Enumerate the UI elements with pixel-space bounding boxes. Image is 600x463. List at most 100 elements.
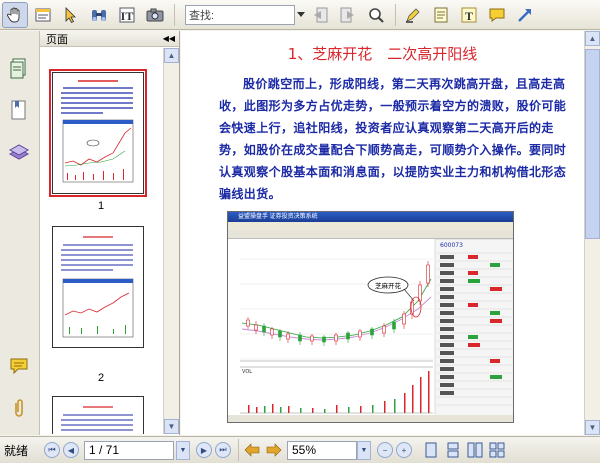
arrow-select-button[interactable] bbox=[58, 2, 84, 28]
embedded-toolbar bbox=[228, 230, 513, 239]
zoom-value: 55% bbox=[292, 443, 317, 457]
sidebar-tab-strip bbox=[0, 31, 40, 435]
page-thumbnail-3[interactable] bbox=[52, 396, 144, 434]
last-page-button[interactable]: ⏭ bbox=[215, 442, 231, 458]
document-scrollbar[interactable]: ▲ ▼ bbox=[584, 31, 600, 435]
page-number-input[interactable]: 1 / 71 bbox=[84, 440, 174, 460]
find-next-button[interactable] bbox=[335, 2, 361, 28]
tab-layers[interactable] bbox=[6, 139, 32, 165]
page-thumbnail-2[interactable] bbox=[52, 226, 144, 348]
highlight-icon bbox=[406, 7, 420, 23]
toolbar-separator bbox=[395, 3, 396, 26]
go-forward-button[interactable] bbox=[265, 441, 283, 459]
attachments-icon bbox=[15, 399, 23, 417]
select-text-icon bbox=[35, 8, 51, 21]
pages-panel-title: 页面 bbox=[46, 33, 68, 46]
doc-scroll-up-button[interactable]: ▲ bbox=[585, 31, 600, 46]
toolbar-separator bbox=[174, 3, 175, 26]
zoom-dropdown-button[interactable]: ▼ bbox=[357, 440, 371, 460]
find-previous-button[interactable] bbox=[307, 2, 333, 28]
page-number-1: 1 bbox=[97, 200, 105, 212]
svg-text:IT: IT bbox=[121, 9, 134, 23]
page-thumbnail-1[interactable] bbox=[49, 69, 147, 197]
back-arrow-icon bbox=[244, 443, 260, 457]
select-text-button[interactable] bbox=[30, 2, 56, 28]
zoom-out-button[interactable]: − bbox=[377, 442, 393, 458]
document-view[interactable]: 1、芝麻开花 二次高开阳线 股价跳空而上，形成阳线，第二天再次跳高开盘，且高走高… bbox=[181, 31, 600, 435]
embedded-window-title: 益盟操盘手 证券投资决策系统 bbox=[228, 212, 513, 222]
search-placeholder: 查找: bbox=[189, 9, 215, 22]
comment-button[interactable] bbox=[484, 2, 510, 28]
find-button[interactable] bbox=[86, 2, 112, 28]
status-text: 就绪 bbox=[4, 443, 29, 458]
facing-pages-icon bbox=[467, 442, 483, 458]
continuous-facing-view-button[interactable] bbox=[488, 441, 506, 459]
note-pad-button[interactable] bbox=[428, 2, 454, 28]
thumbnail-content bbox=[61, 80, 134, 183]
arrow-select-icon bbox=[65, 6, 76, 23]
single-page-view-button[interactable] bbox=[422, 441, 440, 459]
zoom-out-icon: − bbox=[382, 445, 388, 455]
continuous-page-icon bbox=[447, 442, 459, 458]
next-page-button[interactable]: ▶ bbox=[196, 442, 212, 458]
tab-comments[interactable] bbox=[6, 353, 32, 379]
binoculars-icon bbox=[92, 9, 106, 21]
thumbnail-scrollbar[interactable]: ▲ ▼ bbox=[163, 48, 179, 434]
continuous-view-button[interactable] bbox=[444, 441, 462, 459]
hand-icon bbox=[7, 7, 20, 22]
page-number-value: 1 / 71 bbox=[89, 443, 120, 457]
pages-icon bbox=[10, 58, 26, 79]
comment-icon bbox=[489, 8, 505, 22]
previous-page-icon: ◀ bbox=[67, 445, 75, 455]
bookmarks-icon bbox=[11, 100, 26, 120]
scroll-up-button[interactable]: ▲ bbox=[164, 48, 179, 63]
facing-view-button[interactable] bbox=[466, 441, 484, 459]
previous-page-button[interactable]: ◀ bbox=[63, 442, 79, 458]
tab-pages[interactable] bbox=[6, 55, 32, 81]
thumbnail-content bbox=[61, 406, 133, 431]
arrow-tool-button[interactable] bbox=[512, 2, 538, 28]
hand-tool-button[interactable] bbox=[2, 1, 28, 28]
tab-attachments[interactable] bbox=[6, 395, 32, 421]
callout-label: 芝麻开花 bbox=[375, 281, 402, 290]
text-select-icon: IT bbox=[119, 7, 135, 23]
search-input[interactable]: 查找: bbox=[185, 4, 295, 25]
page-number-2: 2 bbox=[97, 372, 105, 384]
collapse-panel-button[interactable]: ◀◀ bbox=[163, 34, 175, 43]
text-box-button[interactable]: T bbox=[456, 2, 482, 28]
zoom-in-button[interactable]: + bbox=[396, 442, 412, 458]
thumbnail-content bbox=[61, 236, 134, 338]
chevron-down-icon: ▼ bbox=[360, 446, 368, 454]
chevron-down-icon: ▼ bbox=[179, 446, 187, 454]
tab-bookmarks[interactable] bbox=[6, 97, 32, 123]
zoom-input[interactable]: 55% bbox=[287, 440, 357, 460]
doc-scroll-thumb[interactable] bbox=[585, 49, 600, 239]
search-dropdown-button[interactable] bbox=[295, 5, 307, 25]
page-dropdown-button[interactable]: ▼ bbox=[176, 440, 190, 460]
first-page-button[interactable]: ⏮ bbox=[44, 442, 60, 458]
camera-icon bbox=[146, 8, 164, 21]
search-options-button[interactable] bbox=[363, 2, 389, 28]
text-tool-button[interactable]: IT bbox=[114, 2, 140, 28]
highlight-button[interactable] bbox=[400, 2, 426, 28]
forward-arrow-icon bbox=[266, 443, 282, 457]
snapshot-button[interactable] bbox=[142, 2, 168, 28]
scroll-down-button[interactable]: ▼ bbox=[164, 419, 179, 434]
doc-scroll-down-button[interactable]: ▼ bbox=[585, 420, 600, 435]
go-back-button[interactable] bbox=[243, 441, 261, 459]
layers-icon bbox=[8, 144, 30, 160]
status-separator bbox=[238, 439, 239, 461]
note-pad-icon bbox=[434, 7, 448, 22]
next-page-icon: ▶ bbox=[200, 445, 208, 455]
stock-chart-image: 芝麻开花 VOL 600073 bbox=[228, 239, 513, 422]
svg-text:T: T bbox=[465, 9, 473, 23]
stock-code: 600073 bbox=[440, 242, 463, 249]
single-page-icon bbox=[425, 442, 437, 458]
embedded-stock-screenshot: 益盟操盘手 证券投资决策系统 芝麻开花 VOL 600073 bbox=[227, 211, 514, 423]
arrow-tool-icon bbox=[518, 8, 531, 22]
document-page: 1、芝麻开花 二次高开阳线 股价跳空而上，形成阳线，第二天再次跳高开盘，且高走高… bbox=[181, 31, 584, 435]
chevron-down-icon bbox=[297, 11, 305, 17]
prev-result-icon bbox=[314, 7, 328, 22]
text-box-icon: T bbox=[461, 7, 477, 23]
comments-icon bbox=[10, 358, 28, 375]
